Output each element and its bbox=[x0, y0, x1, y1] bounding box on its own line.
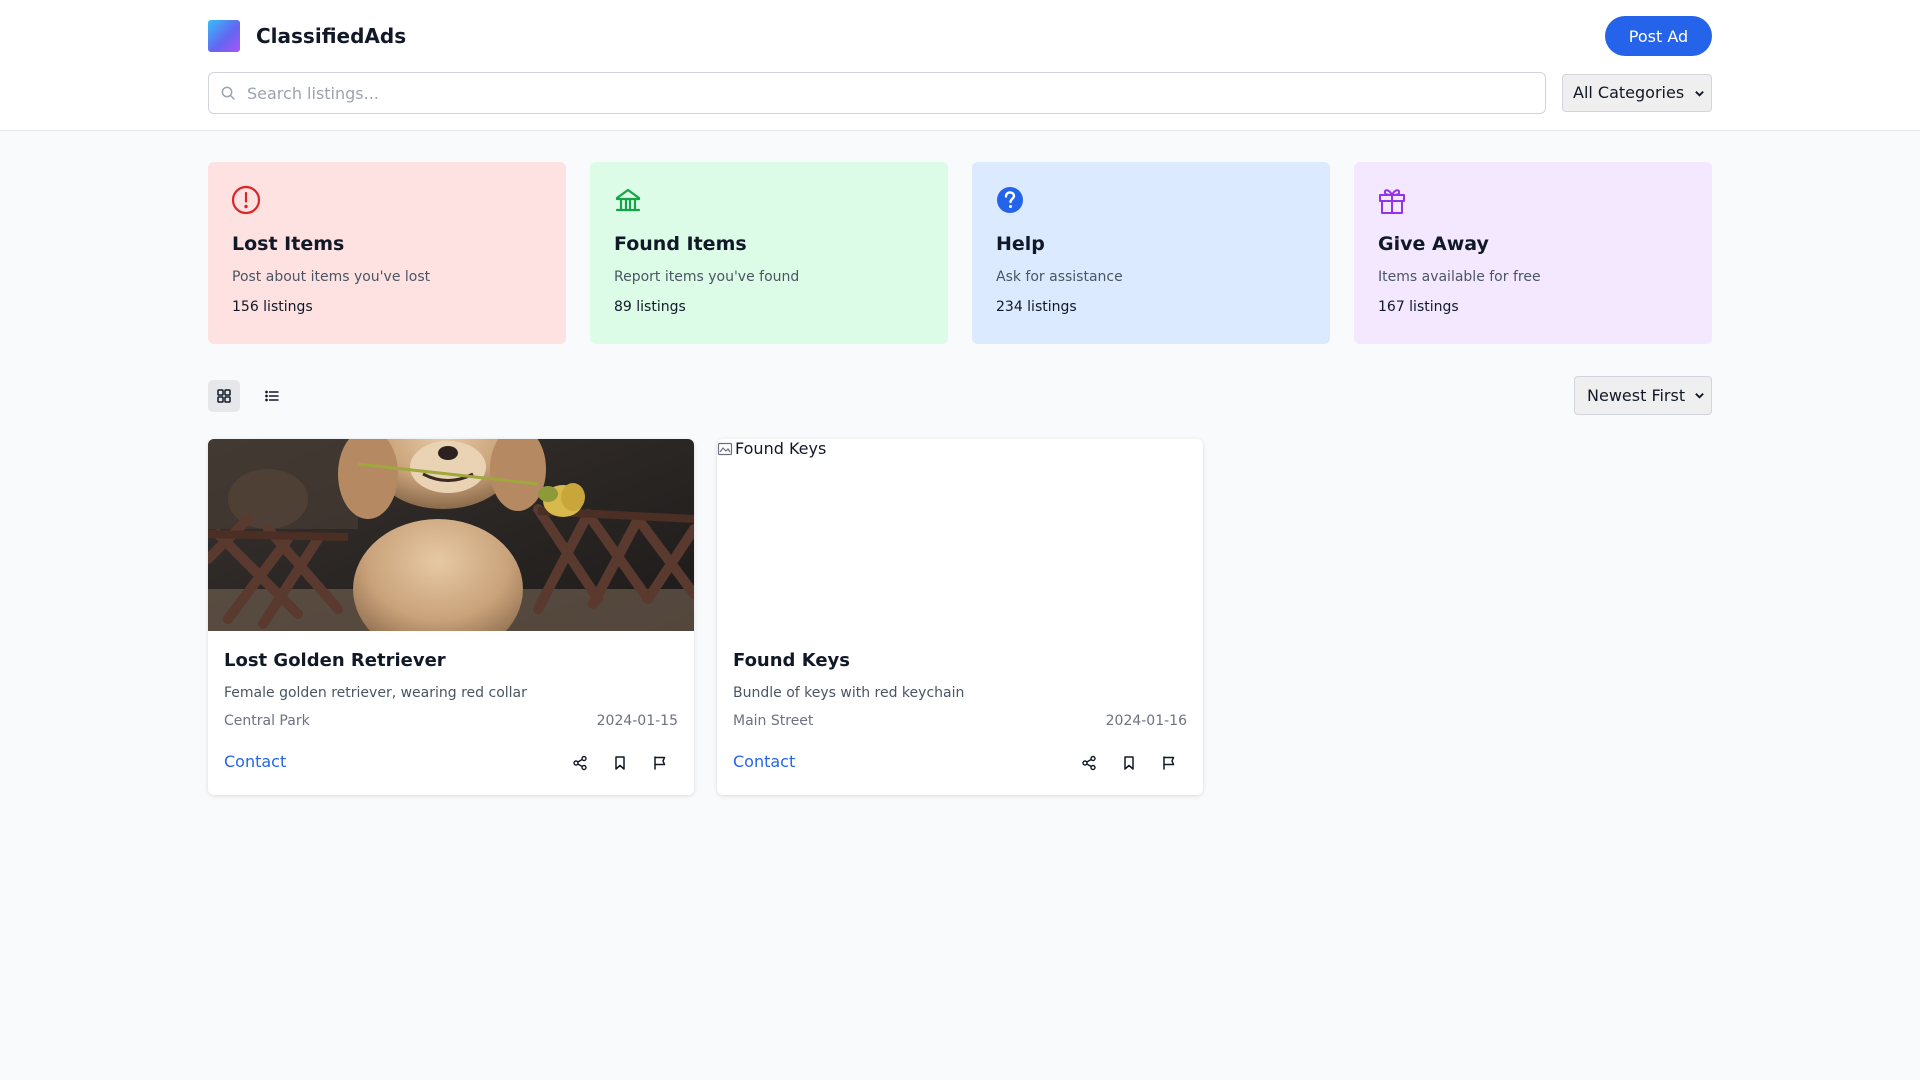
category-description: Ask for assistance bbox=[996, 269, 1123, 285]
listing-location: Main Street bbox=[733, 713, 814, 729]
report-button[interactable] bbox=[650, 753, 670, 773]
category-title: Help bbox=[996, 233, 1045, 255]
listing-photo-broken: Found Keys bbox=[717, 439, 1203, 631]
listing-description: Bundle of keys with red keychain bbox=[733, 685, 965, 701]
listing-location: Central Park bbox=[224, 713, 310, 729]
listing-card[interactable]: Found Keys Found Keys Bundle of keys wit… bbox=[717, 439, 1203, 795]
header: ClassifiedAds Post Ad All Categories bbox=[0, 0, 1920, 131]
search-input[interactable] bbox=[247, 73, 1537, 113]
category-card-help[interactable]: Help Ask for assistance 234 listings bbox=[972, 162, 1330, 344]
category-select-value: All Categories bbox=[1573, 83, 1685, 102]
sort-select-value: Newest First bbox=[1587, 386, 1686, 405]
image-alt-text: Found Keys bbox=[735, 439, 827, 458]
listing-card[interactable]: Lost Golden Retriever Female golden retr… bbox=[208, 439, 694, 795]
category-card-found-items[interactable]: Found Items Report items you've found 89… bbox=[590, 162, 948, 344]
contact-link[interactable]: Contact bbox=[224, 752, 286, 771]
report-button[interactable] bbox=[1159, 753, 1179, 773]
broken-image: Found Keys bbox=[717, 439, 826, 458]
bookmark-button[interactable] bbox=[1119, 753, 1139, 773]
broken-image-icon bbox=[717, 442, 733, 456]
listing-title: Found Keys bbox=[733, 650, 850, 671]
bookmark-icon bbox=[1124, 756, 1134, 770]
share-icon bbox=[1082, 755, 1096, 771]
category-description: Post about items you've lost bbox=[232, 269, 431, 285]
bookmark-button[interactable] bbox=[610, 753, 630, 773]
grid-view-button[interactable] bbox=[208, 380, 240, 412]
category-description: Report items you've found bbox=[614, 269, 800, 285]
help-circle-icon bbox=[997, 187, 1023, 213]
listing-photo-dog bbox=[208, 439, 694, 631]
list-view-button[interactable] bbox=[256, 380, 288, 412]
listing-title: Lost Golden Retriever bbox=[224, 650, 446, 671]
category-count: 89 listings bbox=[614, 299, 686, 315]
bookmark-icon bbox=[615, 756, 625, 770]
category-select[interactable]: All Categories bbox=[1562, 74, 1712, 112]
category-count: 167 listings bbox=[1378, 299, 1459, 315]
list-icon bbox=[265, 390, 279, 402]
sort-select[interactable]: Newest First bbox=[1574, 376, 1712, 415]
building-icon bbox=[615, 188, 641, 212]
grid-icon bbox=[217, 389, 231, 403]
search-box bbox=[208, 72, 1546, 114]
share-button[interactable] bbox=[1079, 753, 1099, 773]
category-title: Lost Items bbox=[232, 233, 345, 255]
listing-date: 2024-01-15 bbox=[596, 713, 678, 729]
category-card-lost-items[interactable]: Lost Items Post about items you've lost … bbox=[208, 162, 566, 344]
flag-icon bbox=[1163, 756, 1175, 770]
listing-description: Female golden retriever, wearing red col… bbox=[224, 685, 527, 701]
brand-name: ClassifiedAds bbox=[256, 24, 407, 48]
flag-icon bbox=[654, 756, 666, 770]
category-count: 234 listings bbox=[996, 299, 1077, 315]
category-count: 156 listings bbox=[232, 299, 313, 315]
share-icon bbox=[573, 755, 587, 771]
chevron-down-icon bbox=[1695, 91, 1704, 97]
category-title: Give Away bbox=[1378, 233, 1489, 255]
gift-icon bbox=[1379, 189, 1405, 214]
alert-circle-icon bbox=[231, 185, 261, 215]
share-button[interactable] bbox=[570, 753, 590, 773]
chevron-down-icon bbox=[1695, 393, 1704, 399]
category-title: Found Items bbox=[614, 233, 747, 255]
logo bbox=[208, 20, 240, 52]
search-icon bbox=[221, 86, 235, 100]
category-card-give-away[interactable]: Give Away Items available for free 167 l… bbox=[1354, 162, 1712, 344]
contact-link[interactable]: Contact bbox=[733, 752, 795, 771]
post-ad-button[interactable]: Post Ad bbox=[1605, 16, 1712, 56]
category-description: Items available for free bbox=[1378, 269, 1541, 285]
listing-date: 2024-01-16 bbox=[1105, 713, 1187, 729]
